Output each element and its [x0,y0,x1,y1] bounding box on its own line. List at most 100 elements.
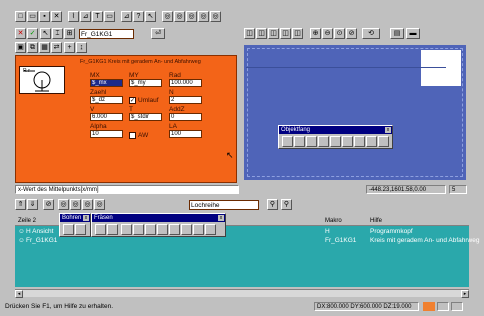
input-t[interactable]: $_stdir [129,113,162,121]
input-mx[interactable]: $_mx [90,79,123,87]
row-makro: Fr_G1KG1 [325,237,357,244]
drill-icon[interactable] [63,224,74,235]
mill-tool8-icon[interactable] [181,224,192,235]
input-addz[interactable]: 0 [169,113,202,121]
tools-icon[interactable]: ✕ [51,11,62,22]
label-t: T [129,106,133,113]
mill-tool10-icon[interactable] [205,224,216,235]
save-icon[interactable]: ▪ [39,11,50,22]
tool1-icon[interactable]: ◎ [162,11,173,22]
text-icon[interactable]: T [92,11,103,22]
input-n[interactable]: 2 [169,96,202,104]
bitmap-icon[interactable]: ▦ [39,42,50,53]
zoom-in-icon[interactable]: ⊕ [310,28,321,39]
edit-icon[interactable]: ⊿ [121,11,132,22]
umlauf-checkbox[interactable]: ✓ [129,97,136,104]
measure-icon[interactable]: ▬ [406,28,420,39]
view-side-icon[interactable]: ◫ [268,28,279,39]
grid-run-icon[interactable]: ⚲ [281,199,292,210]
snap-tangent-icon[interactable] [378,136,389,147]
drill-row-icon[interactable] [75,224,86,235]
frame-icon[interactable]: ▣ [15,42,26,53]
mill-tool5-icon[interactable] [145,224,156,235]
snap-center-icon[interactable] [330,136,341,147]
macro-combo[interactable]: Fr_G1KG1 [79,29,134,39]
snap-arc-icon[interactable] [318,136,329,147]
tool2-icon[interactable]: ◎ [174,11,185,22]
zoom-window-icon[interactable]: ⊙ [334,28,345,39]
label-my: MY [129,72,139,79]
mill-tool4-icon[interactable] [133,224,144,235]
grid-macro-combo[interactable]: Lochreihe [189,200,259,210]
view-back-icon[interactable]: ◫ [292,28,303,39]
snap-line-icon[interactable] [282,136,293,147]
add-icon[interactable]: + [64,42,75,53]
input-rad[interactable]: 100.000 [169,79,202,87]
open-icon[interactable]: ▭ [27,11,38,22]
view-front-icon[interactable]: ◫ [256,28,267,39]
grid-icon[interactable]: ⊞ [64,28,75,39]
drill-palette: Bohren x [59,213,91,237]
close-icon[interactable]: x [83,215,89,221]
label-mx: MX [90,72,100,79]
mill-tool7-icon[interactable] [169,224,180,235]
snap-circle-icon[interactable] [342,136,353,147]
layout-icon[interactable]: ▤ [390,28,404,39]
grid-pin-icon[interactable]: ⚲ [267,199,278,210]
grid-tool7-icon[interactable]: ◎ [94,199,105,210]
signature-icon[interactable]: ⌇ [68,11,79,22]
grid-toolbar: ⇑ ⇓ ⊘ ◎ ◎ ◎ ◎ Lochreihe ⚲ ⚲ [15,198,469,212]
insert-icon[interactable]: ⌶ [52,28,63,39]
redraw-icon[interactable]: ⟲ [362,28,380,39]
input-alpha[interactable]: 10 [90,130,123,138]
tool5-icon[interactable]: ◎ [210,11,221,22]
apply-icon[interactable]: ⏎ [151,28,165,39]
new-icon[interactable]: □ [15,11,26,22]
view-3d-icon[interactable]: ◫ [244,28,255,39]
tool3-icon[interactable]: ◎ [186,11,197,22]
input-v[interactable]: 6.000 [90,113,123,121]
field-hint: x-Wert des Mittelpunkts[x/mm] [15,185,239,194]
aw-checkbox[interactable] [129,132,136,139]
zoom-all-icon[interactable]: ⊘ [346,28,357,39]
input-zaehl[interactable]: $_dz [90,96,123,104]
grid-tool4-icon[interactable]: ◎ [58,199,69,210]
zoom-out-icon[interactable]: ⊖ [322,28,333,39]
move-icon[interactable]: ⇄ [51,42,62,53]
mill-tool3-icon[interactable] [121,224,132,235]
close-icon[interactable]: x [218,215,224,221]
mill-tool2-icon[interactable] [107,224,118,235]
delete-icon[interactable]: ✕ [15,28,26,39]
grid-tool5-icon[interactable]: ◎ [70,199,81,210]
mill-tool9-icon[interactable] [193,224,204,235]
label-la: LA [169,123,177,130]
scroll-right-icon[interactable]: ▸ [461,290,469,298]
check-icon[interactable]: ✓ [27,28,38,39]
mirror-icon[interactable]: ⊿ [80,11,91,22]
scroll-left-icon[interactable]: ◂ [15,290,23,298]
copy-icon[interactable]: ⧉ [27,42,38,53]
close-icon[interactable]: x [385,127,391,133]
arrow-icon[interactable]: ↖ [40,28,51,39]
mill-tool6-icon[interactable] [157,224,168,235]
input-my[interactable]: $_my [129,79,162,87]
rect-icon[interactable]: ▭ [104,11,115,22]
tool4-icon[interactable]: ◎ [198,11,209,22]
help-icon[interactable]: ? [133,11,144,22]
drawing-canvas[interactable] [244,45,466,180]
snap-perp-icon[interactable] [366,136,377,147]
snap-line2-icon[interactable] [294,136,305,147]
grid-tool3-icon[interactable]: ⊘ [43,199,54,210]
input-la[interactable]: 100 [169,130,202,138]
mill-tool1-icon[interactable] [95,224,106,235]
snap-cross-icon[interactable] [354,136,365,147]
marker-icon[interactable]: ↨ [76,42,87,53]
grid-tool1-icon[interactable]: ⇑ [15,199,26,210]
horizontal-scrollbar[interactable]: ◂ ▸ [15,289,469,298]
table-row[interactable]: ☺ Fr_G1KG1 Fr_G1KG1 Kreis mit geradem An… [15,236,479,245]
context-help-icon[interactable]: ↖ [145,11,156,22]
view-top-icon[interactable]: ◫ [280,28,291,39]
snap-line3-icon[interactable] [306,136,317,147]
grid-tool2-icon[interactable]: ⇓ [27,199,38,210]
grid-tool6-icon[interactable]: ◎ [82,199,93,210]
